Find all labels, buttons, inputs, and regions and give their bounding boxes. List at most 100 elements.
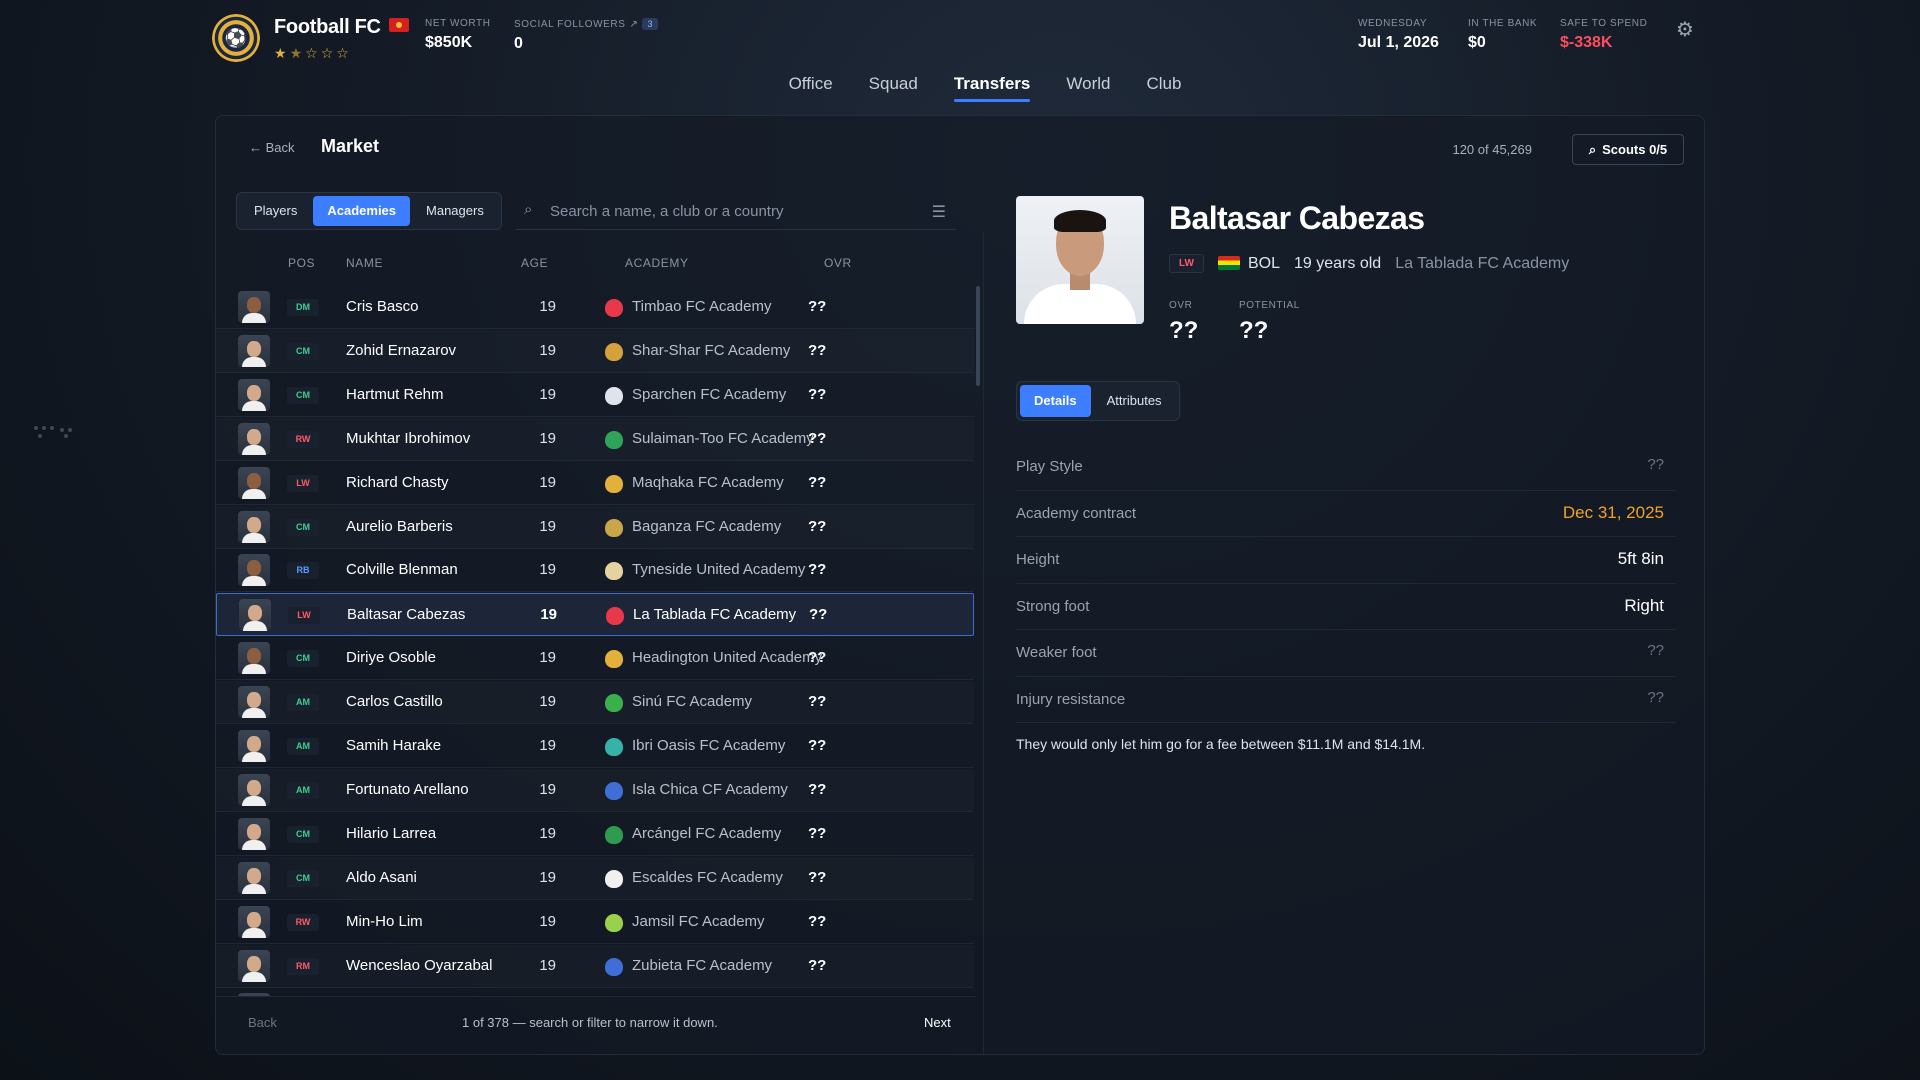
back-button[interactable]: ← Back <box>249 140 295 155</box>
table-row[interactable]: CM Hartmut Rehm 19 Sparchen FC Academy?? <box>216 374 974 417</box>
age-cell: 19 <box>539 956 556 974</box>
player-age: 19 years old <box>1294 254 1382 272</box>
table-row[interactable]: CM Diriye Osoble 19 Headington United Acade… <box>216 637 974 681</box>
segment-managers[interactable]: Managers <box>412 196 498 226</box>
table-row[interactable]: DM Cris Basco 19 Timbao FC Academy?? <box>216 286 974 329</box>
player-name-cell: Richard Chasty <box>346 473 449 491</box>
player-name-cell: Carlos Castillo <box>346 693 443 711</box>
nav-tab-squad[interactable]: Squad <box>869 70 918 102</box>
ovr-cell: ?? <box>808 473 827 491</box>
table-row[interactable]: CM Aldo Asani 19 Escaldes FC Academy?? <box>216 857 974 900</box>
table-row[interactable]: CMGabriel Benavides19Tamaca FC Academy?? <box>216 988 974 996</box>
page-title: Market <box>321 136 380 156</box>
academy-cell: Sparchen FC Academy <box>632 385 787 403</box>
search-input[interactable] <box>550 192 930 230</box>
academy-crest-icon <box>605 650 623 669</box>
age-cell: 19 <box>539 780 556 798</box>
position-badge: RW <box>287 913 319 931</box>
property-label: Strong foot <box>1016 597 1090 615</box>
table-row[interactable]: RM Wenceslao Oyarzabal 19 Zubieta FC Academ… <box>216 945 974 988</box>
property-label: Height <box>1016 551 1060 568</box>
column-pos[interactable]: POS <box>288 256 315 270</box>
rating-star-icon: ☆ <box>305 45 321 61</box>
table-row[interactable]: CM Hilario Larrea 19 Arcángel FC Academy?? <box>216 813 974 856</box>
age-cell: 19 <box>539 912 556 930</box>
academy-crest-icon <box>605 913 623 932</box>
table-row[interactable]: CM Zohid Ernazarov 19 Shar-Shar FC Academy?… <box>216 330 974 373</box>
player-position-badge: LW <box>1169 254 1204 273</box>
table-row[interactable]: CM Aurelio Barberis 19 Baganza FC Academy?? <box>216 506 974 549</box>
age-cell: 19 <box>539 298 556 315</box>
ovr-cell: ?? <box>808 780 827 798</box>
player-face-avatar <box>238 510 270 543</box>
player-name: Baltasar Cabezas <box>1169 200 1425 236</box>
property-label: Academy contract <box>1016 504 1137 522</box>
tab-attributes[interactable]: Attributes <box>1093 385 1176 417</box>
pagination-info: 1 of 378 — search or filter to narrow it… <box>462 1015 718 1030</box>
table-row[interactable]: RB Colville Blenman 19 Tyneside United Acad… <box>216 549 974 593</box>
stadium-lights-decoration <box>30 420 80 460</box>
ovr-cell: ?? <box>808 824 827 842</box>
net-worth-stat: NET WORTH $850K <box>425 18 491 51</box>
column-ovr[interactable]: OVR <box>824 256 852 270</box>
player-club[interactable]: La Tablada FC Academy <box>1395 255 1569 273</box>
position-badge: CM <box>287 869 319 887</box>
tab-details[interactable]: Details <box>1020 385 1091 417</box>
next-page-button[interactable]: Next <box>924 1015 951 1030</box>
safe-to-spend-stat: SAFE TO SPEND $-338K <box>1560 18 1648 51</box>
property-label: Play Style <box>1016 458 1083 475</box>
academy-crest-icon <box>605 957 623 976</box>
player-name-cell: Diriye Osoble <box>346 649 437 667</box>
scouts-button[interactable]: ⌕ Scouts 0/5 <box>1572 134 1684 165</box>
table-row[interactable]: AM Fortunato Arellano 19 Isla Chica CF Acad… <box>216 769 974 812</box>
academy-cell: La Tablada FC Academy <box>633 606 797 624</box>
table-row[interactable]: AM Samih Harake 19 Ibri Oasis FC Academy?? <box>216 725 974 768</box>
player-name-cell: Baltasar Cabezas <box>347 606 466 624</box>
column-academy[interactable]: ACADEMY <box>625 256 689 270</box>
academy-cell: Headington United Academy <box>632 649 823 667</box>
column-age[interactable]: AGE <box>521 256 548 270</box>
ovr-cell: ?? <box>808 737 827 754</box>
ovr-cell: ?? <box>808 868 827 886</box>
ovr-cell: ?? <box>808 429 827 447</box>
nav-tab-club[interactable]: Club <box>1146 70 1181 102</box>
segment-academies[interactable]: Academies <box>313 196 411 226</box>
player-face-avatar <box>238 554 270 587</box>
table-row[interactable]: LW Baltasar Cabezas 19 La Tablada FC Academ… <box>216 593 974 637</box>
nav-tab-transfers[interactable]: Transfers <box>953 70 1030 102</box>
club-name[interactable]: Football FC <box>274 16 409 39</box>
table-row[interactable]: RW Mukhtar Ibrohimov 19 Sulaiman-Too FC Aca… <box>216 418 974 461</box>
club-crest-icon[interactable]: ⚽ <box>212 14 260 62</box>
age-cell: 19 <box>539 517 556 535</box>
ovr-cell: ?? <box>808 649 827 667</box>
column-name[interactable]: NAME <box>346 256 383 270</box>
transfer-fee-note: They would only let him go for a fee bet… <box>1016 736 1426 752</box>
table-row[interactable]: AM Carlos Castillo 19 Sinú FC Academy?? <box>216 681 974 725</box>
segment-players[interactable]: Players <box>240 196 311 226</box>
list-scrollbar[interactable] <box>976 286 980 386</box>
player-face-avatar <box>238 642 270 675</box>
academy-crest-icon <box>605 474 623 493</box>
bolivia-flag-icon <box>1218 255 1240 270</box>
nav-tab-office[interactable]: Office <box>789 70 833 102</box>
rating-star-icon: ☆ <box>320 45 337 61</box>
table-row[interactable]: LW Richard Chasty 19 Maqhaka FC Academy?? <box>216 462 974 505</box>
property-row: Academy contract Dec 31, 2025 <box>1016 491 1676 537</box>
player-face-avatar <box>238 378 270 411</box>
academy-cell: Timbao FC Academy <box>632 298 772 315</box>
academy-crest-icon <box>605 299 623 317</box>
player-face-avatar <box>238 730 270 762</box>
filter-sliders-icon[interactable]: ☰ <box>932 202 946 222</box>
academy-cell: Sulaiman-Too FC Academy <box>632 429 814 447</box>
prev-page-button[interactable]: Back <box>248 1015 277 1030</box>
age-cell: 19 <box>539 561 556 579</box>
ovr-cell: ?? <box>808 912 827 930</box>
nav-tab-world[interactable]: World <box>1066 70 1110 102</box>
age-cell: 19 <box>539 649 556 667</box>
settings-gear-icon[interactable]: ⚙ <box>1673 18 1697 42</box>
table-row[interactable]: RW Min-Ho Lim 19 Jamsil FC Academy?? <box>216 901 974 944</box>
position-badge: DM <box>287 299 319 316</box>
position-badge: CM <box>287 342 319 360</box>
social-followers-stat[interactable]: SOCIAL FOLLOWERS ↗ 3 0 <box>514 18 659 53</box>
position-badge: RB <box>287 562 319 580</box>
